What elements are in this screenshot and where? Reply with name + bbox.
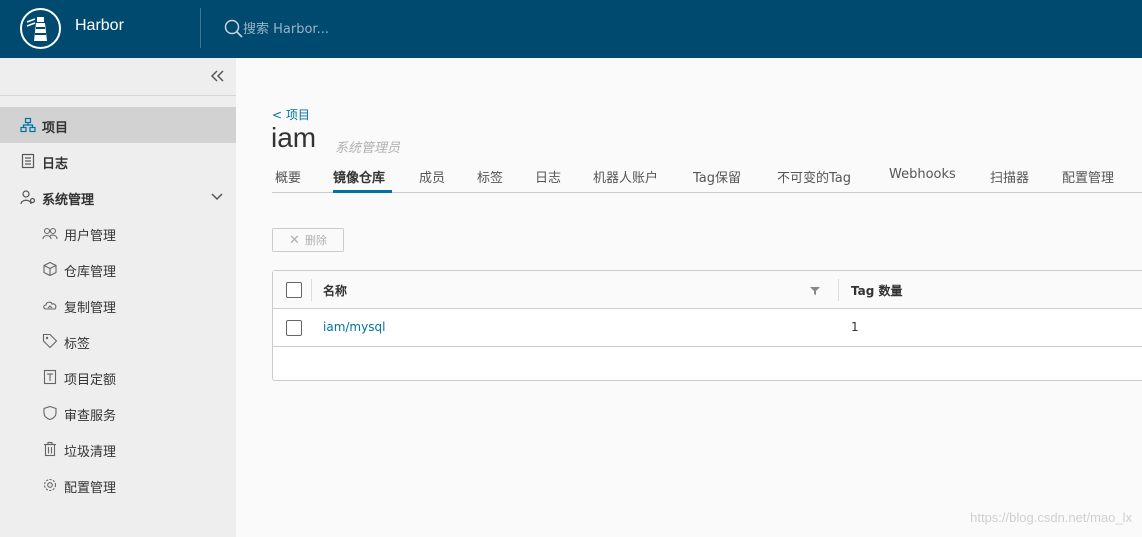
- sidebar-item-label: 项目: [42, 121, 69, 136]
- sidebar-item-config[interactable]: 配置管理: [0, 467, 236, 503]
- sidebar-item-quotas[interactable]: 项目定额: [0, 359, 236, 395]
- sidebar-item-label: 系统管理: [42, 193, 95, 208]
- admin-icon: [20, 190, 36, 205]
- logs-icon: [21, 153, 35, 169]
- sidebar-item-label: 用户管理: [64, 229, 117, 244]
- active-tab-indicator: [333, 190, 392, 193]
- sidebar-item-label: 仓库管理: [64, 265, 117, 280]
- brand-name[interactable]: Harbor: [75, 17, 124, 35]
- sidebar-item-projects[interactable]: 项目: [0, 107, 236, 143]
- sidebar-item-replications[interactable]: 复制管理: [0, 287, 236, 323]
- sidebar-item-gc[interactable]: 垃圾清理: [0, 431, 236, 467]
- sidebar-divider: [0, 95, 236, 96]
- search-input[interactable]: [243, 18, 443, 40]
- tab-configuration[interactable]: 配置管理: [1062, 167, 1114, 186]
- sidebar: 项目 日志 系统管理 用户管理 仓库管理 复制管理 标签 项目定额 审查服务 垃…: [0, 58, 236, 537]
- sidebar-item-label: 审查服务: [64, 409, 117, 424]
- registry-icon: [43, 261, 57, 277]
- row-checkbox[interactable]: [286, 320, 302, 336]
- shield-icon: [43, 405, 57, 421]
- table-row: iam/mysql 1: [273, 309, 1142, 347]
- sidebar-item-label: 项目定额: [64, 373, 117, 388]
- users-icon: [42, 227, 58, 240]
- column-header-name[interactable]: 名称: [323, 282, 347, 299]
- quota-icon: [43, 369, 57, 385]
- sidebar-item-users[interactable]: 用户管理: [0, 215, 236, 251]
- delete-button-label: 删除: [304, 235, 327, 247]
- tag-count-value: 1: [851, 320, 859, 334]
- chevron-down-icon[interactable]: [210, 191, 224, 203]
- sidebar-item-registries[interactable]: 仓库管理: [0, 251, 236, 287]
- sidebar-item-admin[interactable]: 系统管理: [0, 179, 236, 215]
- sidebar-item-label: 日志: [42, 157, 69, 172]
- harbor-logo-icon[interactable]: [20, 8, 61, 49]
- sidebar-item-label: 配置管理: [64, 481, 117, 496]
- breadcrumb-projects-link[interactable]: < 项目: [272, 106, 310, 123]
- select-all-checkbox[interactable]: [286, 282, 302, 298]
- trash-icon: [44, 441, 56, 457]
- replication-icon: [43, 301, 57, 310]
- project-tabs: 概要 镜像仓库 成员 标签 日志 机器人账户 Tag保留 不可变的Tag Web…: [272, 160, 1142, 193]
- sidebar-item-scan-services[interactable]: 审查服务: [0, 395, 236, 431]
- sidebar-item-label: 垃圾清理: [64, 445, 117, 460]
- sidebar-item-label: 复制管理: [64, 301, 117, 316]
- column-header-tag-count[interactable]: Tag 数量: [851, 282, 903, 299]
- close-icon: ✕: [289, 232, 300, 247]
- role-label: 系统管理员: [335, 141, 401, 156]
- search-icon[interactable]: [224, 19, 244, 39]
- column-separator: [838, 279, 839, 301]
- top-header: Harbor: [0, 0, 1142, 58]
- sidebar-item-logs[interactable]: 日志: [0, 143, 236, 179]
- tab-members[interactable]: 成员: [419, 167, 445, 186]
- column-separator: [311, 279, 312, 301]
- header-divider: [200, 8, 201, 48]
- tab-repositories[interactable]: 镜像仓库: [333, 167, 385, 186]
- delete-button[interactable]: ✕ 删除: [272, 228, 344, 252]
- gear-icon: [43, 478, 57, 492]
- watermark: https://blog.csdn.net/mao_lx: [970, 510, 1132, 525]
- tab-immutable-tags[interactable]: 不可变的Tag: [777, 167, 851, 186]
- tab-labels[interactable]: 标签: [477, 167, 503, 186]
- tab-logs[interactable]: 日志: [535, 167, 561, 186]
- table-header: 名称 Tag 数量: [273, 271, 1142, 309]
- collapse-sidebar-icon[interactable]: [208, 66, 228, 86]
- tab-robot-accounts[interactable]: 机器人账户: [593, 167, 658, 186]
- tag-icon: [42, 333, 58, 349]
- repository-link[interactable]: iam/mysql: [323, 320, 385, 334]
- projects-icon: [20, 117, 36, 133]
- sidebar-item-label: 标签: [64, 337, 91, 352]
- sidebar-item-labels[interactable]: 标签: [0, 323, 236, 359]
- page-title: iam: [271, 122, 317, 153]
- filter-icon[interactable]: [810, 286, 820, 296]
- tab-summary[interactable]: 概要: [275, 167, 301, 186]
- tab-scanner[interactable]: 扫描器: [990, 167, 1029, 186]
- repositories-table: 名称 Tag 数量 iam/mysql 1: [272, 270, 1142, 381]
- tab-tag-retention[interactable]: Tag保留: [693, 167, 741, 186]
- tab-webhooks[interactable]: Webhooks: [889, 167, 956, 182]
